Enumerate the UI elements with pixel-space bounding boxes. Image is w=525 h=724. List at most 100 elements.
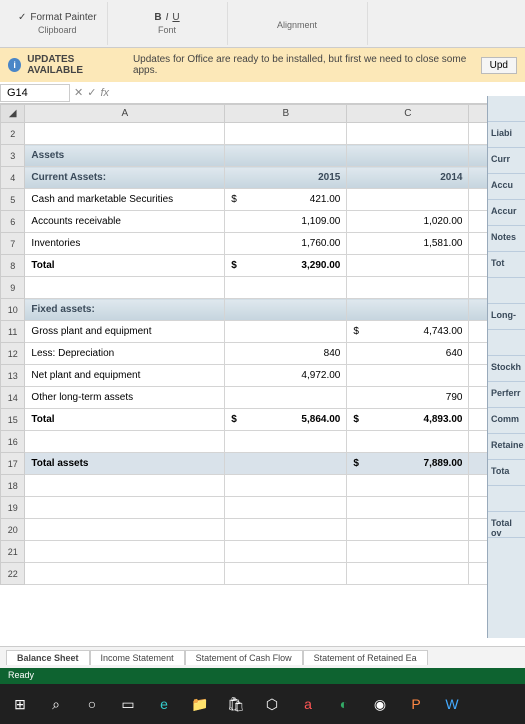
cell[interactable] [225, 387, 347, 409]
cell[interactable]: 7,889.00 [347, 453, 469, 475]
cell[interactable] [225, 519, 347, 541]
row-header[interactable]: 20 [1, 519, 25, 541]
row-header[interactable]: 22 [1, 563, 25, 585]
cortana-icon[interactable]: ○ [78, 690, 106, 718]
cell[interactable]: 790 [347, 387, 469, 409]
cell[interactable] [25, 563, 225, 585]
taskview-icon[interactable]: ▭ [114, 690, 142, 718]
row-header[interactable]: 11 [1, 321, 25, 343]
row-header[interactable]: 15 [1, 409, 25, 431]
cell[interactable] [225, 453, 347, 475]
cell[interactable] [225, 563, 347, 585]
cell[interactable] [25, 475, 225, 497]
cell[interactable] [225, 541, 347, 563]
cell[interactable]: 840 [225, 343, 347, 365]
col-header-c[interactable]: C [347, 105, 469, 123]
cell[interactable]: Other long-term assets [25, 387, 225, 409]
row-header[interactable]: 12 [1, 343, 25, 365]
cell[interactable]: Gross plant and equipment [25, 321, 225, 343]
cell[interactable] [347, 475, 469, 497]
cell[interactable] [347, 365, 469, 387]
row-header[interactable]: 13 [1, 365, 25, 387]
word-icon[interactable]: W [438, 690, 466, 718]
cell[interactable] [25, 541, 225, 563]
row-header[interactable]: 7 [1, 233, 25, 255]
cell[interactable]: Total assets [25, 453, 225, 475]
cell[interactable]: Cash and marketable Securities [25, 189, 225, 211]
cell[interactable] [347, 519, 469, 541]
cell[interactable] [347, 145, 469, 167]
tab-retained-earnings[interactable]: Statement of Retained Ea [303, 650, 428, 665]
cancel-icon[interactable]: ✕ [74, 86, 83, 99]
cell[interactable] [347, 563, 469, 585]
cell[interactable]: 421.00 [225, 189, 347, 211]
cell[interactable] [25, 123, 225, 145]
row-header[interactable]: 10 [1, 299, 25, 321]
cell[interactable] [225, 475, 347, 497]
cell[interactable] [347, 189, 469, 211]
bold-icon[interactable]: B [154, 12, 161, 23]
edge-icon[interactable]: e [150, 690, 178, 718]
underline-icon[interactable]: U [172, 12, 179, 23]
powerpoint-icon[interactable]: P [402, 690, 430, 718]
chrome-icon[interactable]: ◉ [366, 690, 394, 718]
cell[interactable] [347, 497, 469, 519]
cell[interactable]: Inventories [25, 233, 225, 255]
cell[interactable] [25, 277, 225, 299]
cell[interactable]: Less: Depreciation [25, 343, 225, 365]
row-header[interactable]: 21 [1, 541, 25, 563]
col-header-b[interactable]: B [225, 105, 347, 123]
cell[interactable]: 4,893.00 [347, 409, 469, 431]
cell[interactable]: 2014 [347, 167, 469, 189]
tab-balance-sheet[interactable]: Balance Sheet [6, 650, 90, 665]
cell[interactable] [347, 255, 469, 277]
row-header[interactable]: 18 [1, 475, 25, 497]
cell[interactable]: Net plant and equipment [25, 365, 225, 387]
cell[interactable]: Total [25, 255, 225, 277]
tab-cash-flow[interactable]: Statement of Cash Flow [185, 650, 303, 665]
tab-income-statement[interactable]: Income Statement [90, 650, 185, 665]
cell[interactable]: Accounts receivable [25, 211, 225, 233]
row-header[interactable]: 16 [1, 431, 25, 453]
italic-icon[interactable]: I [166, 12, 169, 23]
cell[interactable]: Total [25, 409, 225, 431]
cell[interactable]: 3,290.00 [225, 255, 347, 277]
row-header[interactable]: 4 [1, 167, 25, 189]
cell[interactable]: Assets [25, 145, 225, 167]
cell[interactable]: 1,109.00 [225, 211, 347, 233]
cell[interactable]: 2015 [225, 167, 347, 189]
cell[interactable] [347, 431, 469, 453]
select-all-corner[interactable]: ◢ [1, 105, 25, 123]
row-header[interactable]: 5 [1, 189, 25, 211]
row-header[interactable]: 14 [1, 387, 25, 409]
cell[interactable]: 1,020.00 [347, 211, 469, 233]
search-icon[interactable]: ⌕ [42, 690, 70, 718]
cell[interactable]: Fixed assets: [25, 299, 225, 321]
enter-icon[interactable]: ✓ [87, 86, 96, 99]
cell[interactable]: Current Assets: [25, 167, 225, 189]
cell[interactable] [225, 431, 347, 453]
cell[interactable]: 4,743.00 [347, 321, 469, 343]
cell[interactable] [225, 321, 347, 343]
cell[interactable] [225, 145, 347, 167]
name-box[interactable] [0, 84, 70, 102]
format-painter-button[interactable]: ✓ Format Painter [18, 12, 97, 23]
app-icon-a[interactable]: a [294, 690, 322, 718]
cell[interactable]: 1,581.00 [347, 233, 469, 255]
cell[interactable] [225, 497, 347, 519]
cell[interactable] [25, 497, 225, 519]
font-tools[interactable]: B I U [154, 12, 179, 23]
cell[interactable] [225, 277, 347, 299]
cell[interactable] [347, 541, 469, 563]
row-header[interactable]: 2 [1, 123, 25, 145]
row-header[interactable]: 19 [1, 497, 25, 519]
cell[interactable] [347, 123, 469, 145]
cell[interactable] [25, 519, 225, 541]
store-icon[interactable]: 🛍 [222, 690, 250, 718]
row-header[interactable]: 9 [1, 277, 25, 299]
start-icon[interactable]: ⊞ [6, 690, 34, 718]
spreadsheet-grid[interactable]: ◢ A B C D 23Assets4Current Assets:201520… [0, 104, 525, 646]
row-header[interactable]: 8 [1, 255, 25, 277]
app-icon-chart[interactable]: ◐ [330, 690, 358, 718]
cell[interactable]: 1,760.00 [225, 233, 347, 255]
